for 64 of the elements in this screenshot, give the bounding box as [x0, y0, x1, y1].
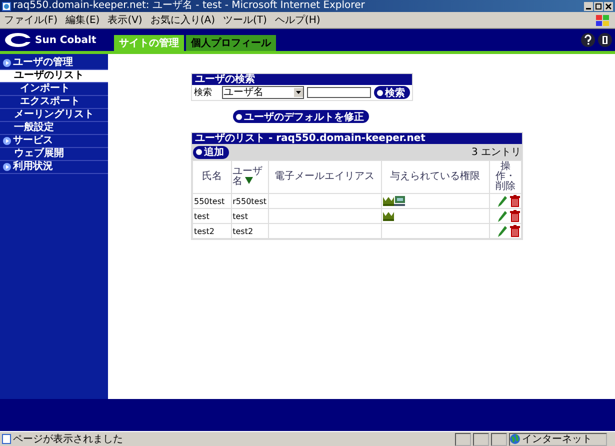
search-field[interactable] [307, 87, 371, 98]
table-cell: r550test [231, 194, 268, 208]
crown-icon [382, 211, 394, 221]
menu-item[interactable]: 表示(V) [108, 13, 142, 27]
sidebar-item[interactable]: ユーザのリスト [0, 70, 108, 83]
column-header: 電子メールエイリアス [268, 160, 382, 194]
table-cell: test2 [231, 224, 268, 238]
table-cell: 550test [192, 194, 232, 208]
column-header: 氏名 [192, 160, 232, 194]
pencil-icon[interactable] [498, 196, 508, 206]
field-label: 検索 [194, 86, 213, 99]
status-pane [473, 432, 489, 446]
menu-item[interactable]: お気に入り(A) [150, 13, 215, 27]
sidebar-item[interactable]: サービス [0, 135, 108, 148]
menu-item[interactable]: ツール(T) [223, 13, 267, 27]
brand-name: Sun Cobalt [35, 34, 96, 46]
table-cell: test [192, 208, 232, 224]
security-zone: インターネット [522, 433, 592, 446]
close-icon[interactable] [604, 2, 613, 10]
trash-icon[interactable] [510, 195, 520, 207]
table-cell: test [231, 208, 268, 224]
crown-icon [382, 196, 394, 206]
maximize-icon[interactable] [594, 2, 603, 10]
menu-item[interactable]: ヘルプ(H) [274, 13, 320, 27]
sort-arrow-icon[interactable] [244, 177, 253, 184]
status-message: ページが表示されました [13, 432, 124, 446]
trash-icon[interactable] [510, 210, 520, 222]
arrow-icon [3, 137, 11, 145]
trash-icon[interactable] [510, 225, 520, 237]
logo-icon [4, 32, 32, 48]
search-button[interactable]: 検索 [374, 86, 410, 99]
sidebar-item[interactable]: 利用状況 [0, 161, 108, 174]
defaults-button[interactable]: ユーザのデフォルトを修正 [233, 110, 369, 123]
help-icon[interactable] [581, 33, 595, 47]
arrow-icon [3, 163, 11, 171]
arrow-icon [3, 59, 11, 67]
status-pane [491, 432, 507, 446]
logout-icon[interactable] [598, 33, 612, 47]
entry-count: 3 エントリ [471, 146, 521, 159]
panel-title: ユーザのリスト - raq550.domain-keeper.net [192, 133, 522, 144]
globe-icon [510, 434, 520, 444]
dot-icon [377, 90, 383, 96]
pencil-icon[interactable] [498, 210, 508, 222]
add-button[interactable]: 追加 [193, 146, 229, 158]
column-header: 操作・削除 [489, 160, 522, 194]
computer-icon [394, 196, 405, 206]
dot-icon [196, 149, 202, 155]
tab[interactable]: 個人プロフィール [186, 35, 276, 51]
windows-logo-icon [595, 14, 611, 26]
menu-item[interactable]: 編集(E) [66, 13, 100, 27]
dot-icon [236, 114, 242, 120]
panel-title: ユーザの検索 [192, 74, 412, 85]
column-header[interactable]: ユーザ名 [231, 160, 268, 194]
page-icon [2, 434, 11, 444]
table-cell: test2 [192, 224, 232, 238]
pencil-icon[interactable] [498, 226, 508, 236]
window-title: raq550.domain-keeper.net: ユーザ名 - test - Microsoft Internet Explorer [13, 0, 365, 12]
column-header: 与えられている権限 [381, 160, 490, 194]
minimize-icon[interactable] [584, 2, 593, 10]
menu-item[interactable]: ファイル(F) [4, 13, 58, 27]
status-pane [455, 432, 471, 446]
dropdown[interactable]: ユーザ名 [222, 86, 304, 99]
browser-icon [2, 2, 11, 10]
dropdown-arrow-icon[interactable] [294, 88, 303, 97]
